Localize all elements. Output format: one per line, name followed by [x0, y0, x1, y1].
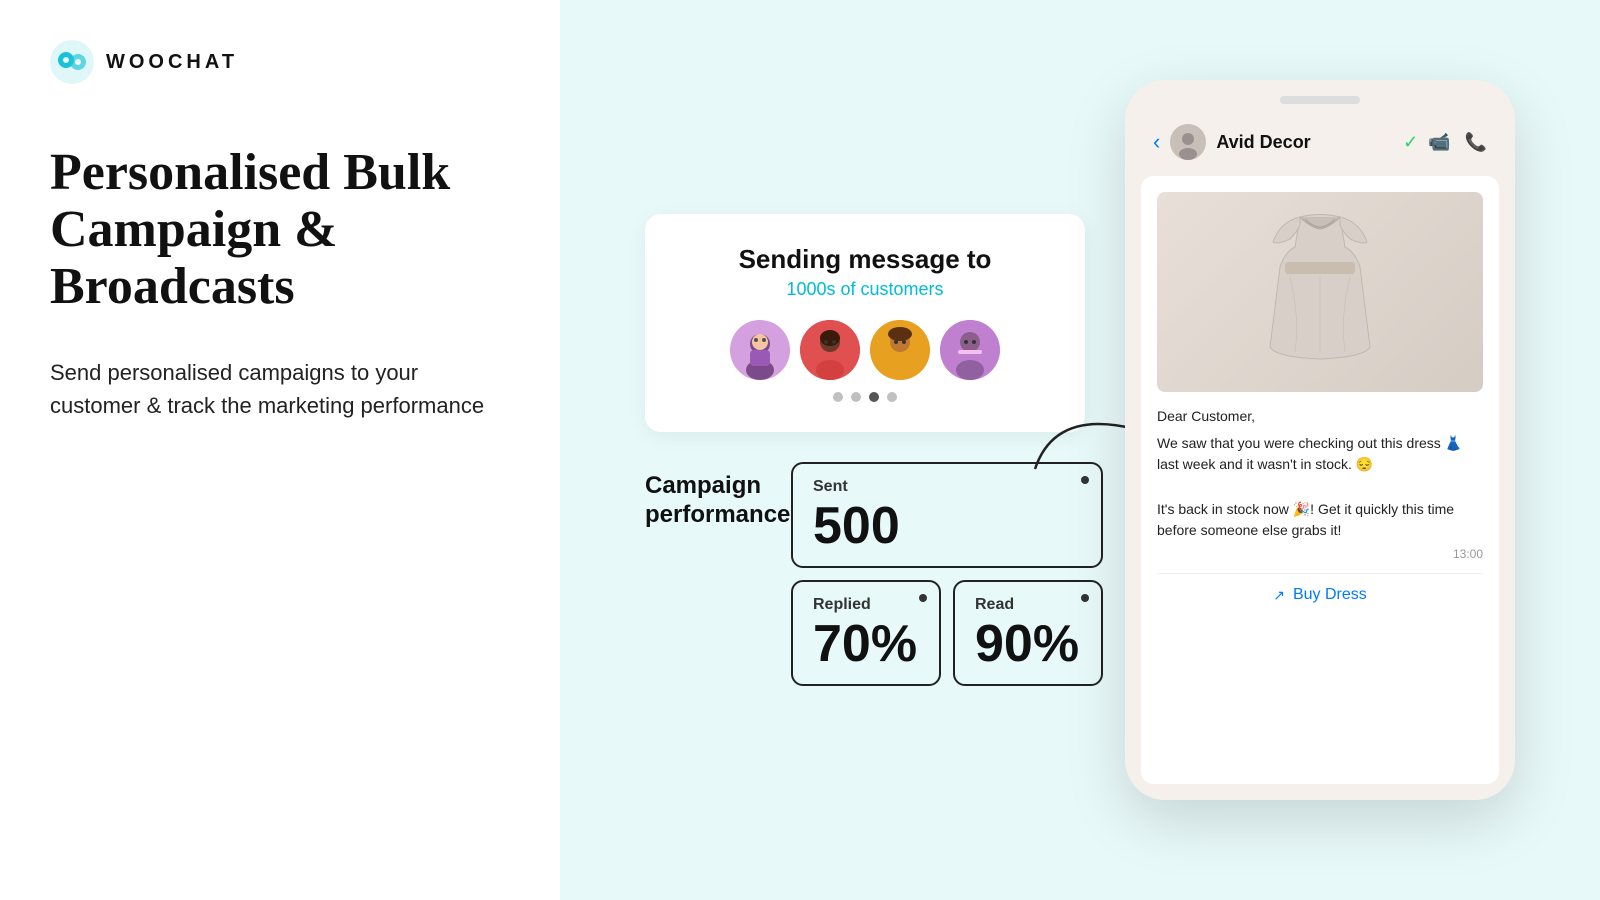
dot-2 — [851, 392, 861, 402]
phone-speaker — [1280, 96, 1360, 104]
message-body2: It's back in stock now 🎉! Get it quickly… — [1157, 499, 1483, 541]
verified-icon: ✓ — [1403, 132, 1418, 153]
video-call-icon[interactable]: 📹 — [1428, 132, 1450, 153]
stat-label-sent: Sent — [813, 478, 1081, 496]
header-icons: 📹 📞 — [1428, 132, 1487, 153]
dot-1 — [833, 392, 843, 402]
left-panel: WOOCHAT Personalised Bulk Campaign & Bro… — [0, 0, 560, 900]
stat-label-replied: Replied — [813, 596, 919, 614]
stat-dot-read — [1081, 594, 1089, 602]
chat-header: ‹ Avid Decor ✓ 📹 📞 — [1141, 116, 1499, 168]
logo-text: WOOCHAT — [106, 51, 238, 74]
stat-value-replied: 70% — [813, 618, 919, 670]
chat-body: Dear Customer, We saw that you were chec… — [1141, 176, 1499, 784]
buy-dress-button[interactable]: ↗ Buy Dress — [1157, 573, 1483, 604]
main-heading: Personalised Bulk Campaign & Broadcasts — [50, 144, 510, 316]
logo-area: WOOCHAT — [50, 40, 510, 84]
right-panel: Sending message to 1000s of customers — [560, 0, 1600, 900]
stat-dot-sent — [1081, 476, 1089, 484]
stats-grid: Sent 500 Replied 70% Read 90% — [791, 462, 1103, 686]
avatar-1 — [730, 320, 790, 380]
dot-4 — [887, 392, 897, 402]
sending-title: Sending message to — [685, 244, 1045, 275]
dress-image — [1157, 192, 1483, 392]
center-content: Sending message to 1000s of customers — [645, 214, 1085, 686]
back-arrow-icon[interactable]: ‹ — [1153, 129, 1160, 155]
stat-replied: Replied 70% — [791, 580, 941, 686]
sub-text: Send personalised campaigns to your cust… — [50, 356, 510, 422]
avatar-4 — [940, 320, 1000, 380]
buy-button-label: Buy Dress — [1293, 586, 1367, 604]
message-greeting: Dear Customer, — [1157, 406, 1483, 427]
campaign-area: Campaign performance Sent 500 Replied 70… — [645, 462, 1085, 686]
campaign-label: Campaign performance — [645, 462, 775, 530]
sending-subtitle: 1000s of customers — [685, 279, 1045, 300]
avatars-row — [685, 320, 1045, 380]
avatar-2 — [800, 320, 860, 380]
chat-name: Avid Decor — [1216, 132, 1393, 153]
stat-value-read: 90% — [975, 618, 1081, 670]
dot-3 — [869, 392, 879, 402]
woochat-logo-icon — [50, 40, 94, 84]
stat-value-sent: 500 — [813, 500, 1081, 552]
stat-dot-replied — [919, 594, 927, 602]
external-link-icon: ↗ — [1273, 587, 1285, 604]
stat-label-read: Read — [975, 596, 1081, 614]
stat-sent: Sent 500 — [791, 462, 1103, 568]
dots-row — [685, 392, 1045, 402]
phone-call-icon[interactable]: 📞 — [1465, 132, 1487, 153]
stat-read: Read 90% — [953, 580, 1103, 686]
sending-box: Sending message to 1000s of customers — [645, 214, 1085, 432]
avatar-3 — [870, 320, 930, 380]
message-time: 13:00 — [1157, 547, 1483, 561]
chat-avatar — [1170, 124, 1206, 160]
phone-mockup: ‹ Avid Decor ✓ 📹 📞 — [1125, 80, 1515, 800]
message-body1: We saw that you were checking out this d… — [1157, 433, 1483, 475]
